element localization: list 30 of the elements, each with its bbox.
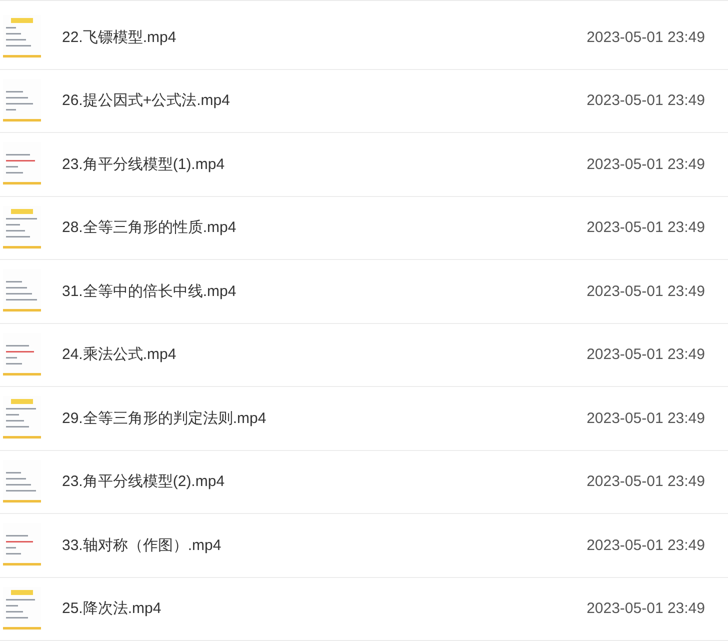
file-row[interactable]: 28.全等三角形的性质.mp4 2023-05-01 23:49 <box>0 196 728 260</box>
file-name[interactable]: 22.飞镖模型.mp4 <box>62 28 587 47</box>
file-date: 2023-05-01 23:49 <box>586 156 705 173</box>
file-date: 2023-05-01 23:49 <box>586 536 705 554</box>
file-row[interactable]: 26.提公因式+公式法.mp4 2023-05-01 23:49 <box>0 70 728 133</box>
file-name[interactable]: 23.角平分线模型(2).mp4 <box>62 472 587 492</box>
file-date: 2023-05-01 23:49 <box>586 473 705 490</box>
file-name[interactable]: 28.全等三角形的性质.mp4 <box>62 218 587 238</box>
file-date: 2023-05-01 23:49 <box>586 219 705 236</box>
file-name[interactable]: 25.降次法.mp4 <box>62 599 587 618</box>
file-name[interactable]: 23.角平分线模型(1).mp4 <box>62 154 587 174</box>
file-date: 2023-05-01 23:49 <box>586 600 705 618</box>
file-name[interactable]: 31.全等中的倍长中线.mp4 <box>62 282 587 301</box>
file-row[interactable]: 23.角平分线模型(2).mp4 2023-05-01 23:49 <box>0 450 728 514</box>
file-name[interactable]: 24.乘法公式.mp4 <box>62 345 587 364</box>
file-row[interactable]: 24.乘法公式.mp4 2023-05-01 23:49 <box>0 324 728 387</box>
file-date: 2023-05-01 23:49 <box>586 92 705 110</box>
file-name[interactable]: 29.全等三角形的判定法则.mp4 <box>62 408 587 428</box>
file-date: 2023-05-01 23:49 <box>586 28 705 46</box>
file-row[interactable]: 23.角平分线模型(1).mp4 2023-05-01 23:49 <box>0 133 728 196</box>
file-date: 2023-05-01 23:49 <box>586 410 705 427</box>
file-row[interactable]: 33.轴对称（作图）.mp4 2023-05-01 23:49 <box>0 514 728 578</box>
file-row[interactable]: 22.飞镖模型.mp4 2023-05-01 23:49 <box>0 6 728 70</box>
file-date: 2023-05-01 23:49 <box>586 282 705 300</box>
file-name[interactable]: 33.轴对称（作图）.mp4 <box>62 536 587 555</box>
file-row[interactable]: 29.全等三角形的判定法则.mp4 2023-05-01 23:49 <box>0 387 728 450</box>
file-date: 2023-05-01 23:49 <box>586 346 705 364</box>
file-row[interactable]: 31.全等中的倍长中线.mp4 2023-05-01 23:49 <box>0 260 728 324</box>
file-row[interactable]: 25.降次法.mp4 2023-05-01 23:49 <box>0 578 728 641</box>
file-name[interactable]: 26.提公因式+公式法.mp4 <box>62 91 587 110</box>
